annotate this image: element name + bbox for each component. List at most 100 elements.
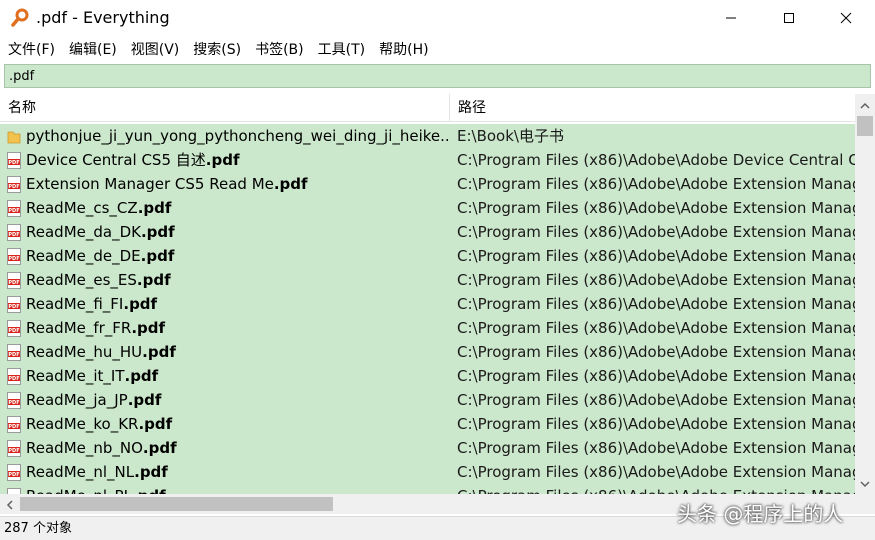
file-extension-match: .pdf: [140, 247, 175, 265]
result-path-cell: C:\Program Files (x86)\Adobe\Adobe Exten…: [457, 223, 855, 241]
result-path-cell: C:\Program Files (x86)\Adobe\Adobe Exten…: [457, 271, 855, 289]
search-box: [4, 64, 871, 88]
chevron-left-icon: [6, 495, 14, 514]
result-name-cell: PDF ReadMe_it_IT .pdf: [0, 364, 450, 388]
file-extension-match: .pdf: [131, 319, 166, 337]
svg-text:PDF: PDF: [8, 304, 19, 310]
menu-edit[interactable]: 编辑(E): [69, 39, 117, 61]
pdf-icon: PDF: [7, 415, 21, 433]
pdf-icon: PDF: [7, 391, 21, 409]
file-name: ReadMe_it_IT: [26, 367, 125, 385]
result-row[interactable]: PDF ReadMe_nl_NL .pdf C:\Program Files (x86…: [0, 460, 855, 484]
file-name: ReadMe_cs_CZ: [26, 199, 138, 217]
vertical-scroll-thumb[interactable]: [857, 116, 873, 136]
svg-text:PDF: PDF: [8, 424, 19, 430]
result-row[interactable]: PDF ReadMe_it_IT .pdf C:\Program Files (x86…: [0, 364, 855, 388]
search-input[interactable]: [5, 65, 870, 87]
title-bar: .pdf - Everything: [0, 0, 875, 36]
horizontal-scroll-thumb[interactable]: [20, 497, 333, 511]
folder-icon: [7, 128, 21, 145]
pdf-icon: PDF: [7, 247, 21, 265]
file-extension-match: .pdf: [136, 271, 171, 289]
maximize-button[interactable]: [760, 0, 818, 36]
pdf-icon: PDF: [7, 151, 21, 169]
menu-help[interactable]: 帮助(H): [379, 39, 428, 61]
svg-text:PDF: PDF: [8, 280, 19, 286]
result-row[interactable]: PDF ReadMe_da_DK .pdf C:\Program Files (x86…: [0, 220, 855, 244]
svg-text:PDF: PDF: [8, 448, 19, 454]
file-extension-match: .pdf: [273, 175, 308, 193]
file-name: Device Central CS5 自述: [26, 151, 206, 169]
file-name: ReadMe_da_DK: [26, 223, 141, 241]
result-row[interactable]: PDF Extension Manager CS5 Read Me .pdf C:\P…: [0, 172, 855, 196]
result-row[interactable]: PDF Device Central CS5 自述 .pdf C:\Program F…: [0, 148, 855, 172]
result-row[interactable]: PDF ReadMe_de_DE .pdf C:\Program Files (x86…: [0, 244, 855, 268]
menu-search[interactable]: 搜索(S): [193, 39, 241, 61]
pdf-icon: PDF: [7, 439, 21, 457]
result-path-cell: C:\Program Files (x86)\Adobe\Adobe Exten…: [457, 367, 855, 385]
file-name: ReadMe_pl_PL: [26, 484, 132, 494]
vertical-scrollbar[interactable]: [855, 94, 875, 494]
result-path-cell: C:\Program Files (x86)\Adobe\Adobe Exten…: [457, 175, 855, 193]
file-name: ReadMe_nb_NO: [26, 439, 143, 457]
result-row[interactable]: PDF ReadMe_ko_KR .pdf C:\Program Files (x86…: [0, 412, 855, 436]
watermark: 头条 @程序上的人: [677, 502, 844, 526]
result-row[interactable]: PDF ReadMe_es_ES .pdf C:\Program Files (x86…: [0, 268, 855, 292]
menu-file[interactable]: 文件(F): [8, 39, 55, 61]
result-name-cell: PDF ReadMe_fr_FR .pdf: [0, 316, 450, 340]
result-path-cell: C:\Program Files (x86)\Adobe\Adobe Exten…: [457, 199, 855, 217]
minimize-button[interactable]: [702, 0, 760, 36]
file-extension-match: .pdf: [140, 223, 175, 241]
svg-text:PDF: PDF: [8, 352, 19, 358]
result-name-cell: PDF ReadMe_ja_JP .pdf: [0, 388, 450, 412]
menu-view[interactable]: 视图(V): [131, 39, 180, 61]
result-row[interactable]: PDF ReadMe_hu_HU .pdf C:\Program Files (x86…: [0, 340, 855, 364]
scroll-left-button[interactable]: [0, 494, 20, 514]
object-count: 287 个对象: [4, 521, 72, 536]
result-row[interactable]: PDF ReadMe_fi_FI .pdf C:\Program Files (x86…: [0, 292, 855, 316]
file-extension-match: .pdf: [134, 463, 168, 481]
pdf-icon: PDF: [7, 319, 21, 337]
svg-text:PDF: PDF: [8, 184, 19, 190]
scroll-down-button[interactable]: [855, 472, 875, 492]
result-path-cell: C:\Program Files (x86)\Adobe\Adobe Exten…: [457, 343, 855, 361]
chevron-down-icon: [860, 473, 870, 492]
svg-text:PDF: PDF: [8, 208, 19, 214]
result-path-cell: C:\Program Files (x86)\Adobe\Adobe Exten…: [457, 391, 855, 409]
column-header-name[interactable]: 名称: [0, 94, 450, 122]
result-row[interactable]: PDF ReadMe_nb_NO .pdf C:\Program Files (x86…: [0, 436, 855, 460]
result-name-cell: PDF Extension Manager CS5 Read Me .pdf: [0, 172, 450, 196]
result-row[interactable]: PDF ReadMe_ja_JP .pdf C:\Program Files (x86…: [0, 388, 855, 412]
result-path-cell: E:\Book\电子书: [457, 127, 564, 145]
window-title: .pdf - Everything: [36, 8, 170, 27]
pdf-icon: PDF: [7, 199, 21, 217]
close-button[interactable]: [817, 0, 875, 36]
result-name-cell: PDFReadMe_pl_PL.pdf: [0, 484, 450, 494]
column-header-path[interactable]: 路径: [450, 94, 855, 122]
file-name: ReadMe_fi_FI: [26, 295, 124, 313]
scroll-up-button[interactable]: [855, 94, 875, 114]
result-name-cell: PDF ReadMe_hu_HU .pdf: [0, 340, 450, 364]
file-name: ReadMe_fr_FR: [26, 319, 132, 337]
scrollbar-corner: [855, 494, 875, 514]
result-name-cell: PDF ReadMe_nb_NO .pdf: [0, 436, 450, 460]
menu-tools[interactable]: 工具(T): [318, 39, 365, 61]
result-row[interactable]: PDFReadMe_pl_PL.pdfC:\Program Files (x86…: [0, 484, 855, 494]
file-name: ReadMe_hu_HU: [26, 343, 143, 361]
pdf-icon: PDF: [7, 175, 21, 193]
svg-text:PDF: PDF: [8, 160, 19, 166]
result-path-cell: C:\Program Files (x86)\Adobe\Adobe Exten…: [457, 247, 855, 265]
result-row[interactable]: pythonjue_ji_yun_yong_pythoncheng_wei_di…: [0, 124, 855, 148]
result-path-cell: C:\Program Files (x86)\Adobe\Adobe Exten…: [457, 415, 855, 433]
result-row[interactable]: PDF ReadMe_fr_FR .pdf C:\Program Files (x86…: [0, 316, 855, 340]
result-name-cell: PDF ReadMe_fi_FI .pdf: [0, 292, 450, 316]
result-name-cell: PDF ReadMe_es_ES .pdf: [0, 268, 450, 292]
result-path-cell: C:\Program Files (x86)\Adobe\Adobe Exten…: [457, 463, 855, 481]
result-row[interactable]: PDF ReadMe_cs_CZ .pdf C:\Program Files (x86…: [0, 196, 855, 220]
menu-bookmarks[interactable]: 书签(B): [255, 39, 304, 61]
file-name: pythonjue_ji_yun_yong_pythoncheng_wei_di…: [26, 127, 450, 145]
result-path-cell: C:\Program Files (x86)\Adobe\Adobe Exten…: [457, 295, 855, 313]
svg-text:PDF: PDF: [8, 328, 19, 334]
file-extension-match: .pdf: [137, 199, 172, 217]
result-name-cell: PDF Device Central CS5 自述 .pdf: [0, 148, 450, 172]
